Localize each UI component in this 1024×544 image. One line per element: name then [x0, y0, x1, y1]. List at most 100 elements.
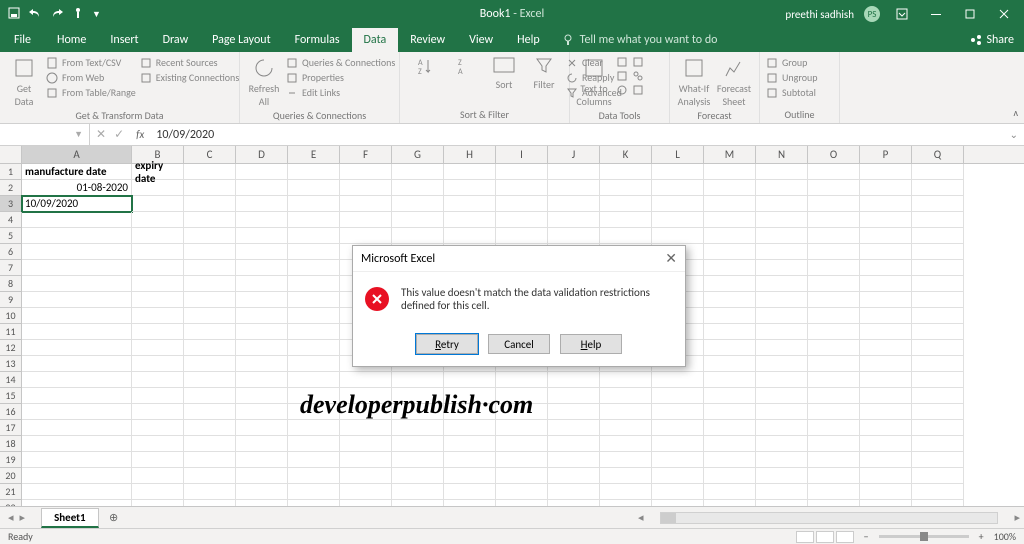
- cell[interactable]: [392, 228, 444, 244]
- cell[interactable]: [704, 340, 756, 356]
- cell[interactable]: [756, 260, 808, 276]
- cell[interactable]: [132, 212, 184, 228]
- zoom-in-icon[interactable]: +: [979, 530, 984, 543]
- cell[interactable]: [22, 292, 132, 308]
- cell[interactable]: [392, 372, 444, 388]
- cell[interactable]: [496, 484, 548, 500]
- from-web-button[interactable]: From Web: [46, 71, 136, 84]
- tab-page-layout[interactable]: Page Layout: [200, 28, 282, 52]
- cell[interactable]: [22, 244, 132, 260]
- cell[interactable]: [860, 420, 912, 436]
- cell[interactable]: [444, 372, 496, 388]
- cell[interactable]: [704, 484, 756, 500]
- close-icon[interactable]: [992, 2, 1016, 26]
- properties-button[interactable]: Properties: [286, 71, 395, 84]
- existing-connections-button[interactable]: Existing Connections: [140, 71, 239, 84]
- tab-view[interactable]: View: [457, 28, 505, 52]
- zoom-slider[interactable]: [879, 535, 969, 538]
- cell[interactable]: [548, 388, 600, 404]
- tab-home[interactable]: Home: [45, 28, 98, 52]
- cell[interactable]: [600, 468, 652, 484]
- column-header[interactable]: H: [444, 146, 496, 163]
- cell[interactable]: [184, 276, 236, 292]
- column-header[interactable]: N: [756, 146, 808, 163]
- cell[interactable]: [600, 420, 652, 436]
- column-header[interactable]: G: [392, 146, 444, 163]
- cell[interactable]: [184, 484, 236, 500]
- row-header[interactable]: 11: [0, 324, 22, 340]
- from-table-button[interactable]: From Table/Range: [46, 86, 136, 99]
- horizontal-scrollbar[interactable]: ◂ ▸: [634, 511, 1024, 525]
- cell[interactable]: [600, 196, 652, 212]
- row-header[interactable]: 21: [0, 484, 22, 500]
- cell[interactable]: [184, 260, 236, 276]
- cell[interactable]: [184, 388, 236, 404]
- cell[interactable]: [496, 212, 548, 228]
- cell[interactable]: [652, 452, 704, 468]
- cell[interactable]: [496, 164, 548, 180]
- cell[interactable]: [860, 308, 912, 324]
- cell[interactable]: [704, 228, 756, 244]
- cell[interactable]: [652, 468, 704, 484]
- cell[interactable]: [548, 420, 600, 436]
- cell[interactable]: [496, 180, 548, 196]
- cell[interactable]: [444, 420, 496, 436]
- cell[interactable]: [912, 244, 964, 260]
- cell[interactable]: [22, 452, 132, 468]
- select-all-corner[interactable]: [0, 146, 22, 163]
- cell[interactable]: [132, 324, 184, 340]
- cell[interactable]: [548, 404, 600, 420]
- flash-fill-icon[interactable]: [616, 56, 628, 68]
- sort-button[interactable]: Sort: [486, 56, 522, 91]
- cell[interactable]: [340, 180, 392, 196]
- cell[interactable]: [912, 228, 964, 244]
- cell[interactable]: [860, 180, 912, 196]
- cell[interactable]: [912, 260, 964, 276]
- cell[interactable]: [652, 404, 704, 420]
- cell[interactable]: [704, 180, 756, 196]
- cell[interactable]: [756, 196, 808, 212]
- cell[interactable]: [808, 180, 860, 196]
- share-button[interactable]: Share: [960, 28, 1024, 52]
- cell[interactable]: [496, 436, 548, 452]
- cell[interactable]: [184, 164, 236, 180]
- cell[interactable]: [912, 212, 964, 228]
- cell[interactable]: [236, 308, 288, 324]
- cell[interactable]: [652, 180, 704, 196]
- cell[interactable]: [132, 452, 184, 468]
- cell[interactable]: [132, 292, 184, 308]
- cell[interactable]: [704, 468, 756, 484]
- row-header[interactable]: 15: [0, 388, 22, 404]
- column-header[interactable]: O: [808, 146, 860, 163]
- cell[interactable]: [288, 308, 340, 324]
- cell[interactable]: [860, 388, 912, 404]
- cell[interactable]: [808, 388, 860, 404]
- cell[interactable]: [860, 484, 912, 500]
- cell[interactable]: [340, 196, 392, 212]
- cell[interactable]: [236, 372, 288, 388]
- cell[interactable]: [860, 436, 912, 452]
- cell[interactable]: [756, 372, 808, 388]
- cell[interactable]: [704, 212, 756, 228]
- cell[interactable]: [288, 436, 340, 452]
- cell[interactable]: [132, 308, 184, 324]
- cell[interactable]: [288, 292, 340, 308]
- cell[interactable]: [860, 340, 912, 356]
- retry-button[interactable]: Retry: [416, 334, 478, 354]
- cell[interactable]: [444, 180, 496, 196]
- cell[interactable]: [184, 196, 236, 212]
- cell[interactable]: [860, 164, 912, 180]
- cell[interactable]: [808, 324, 860, 340]
- cell[interactable]: [184, 292, 236, 308]
- cell[interactable]: [444, 436, 496, 452]
- cell[interactable]: [496, 372, 548, 388]
- cell[interactable]: [132, 228, 184, 244]
- row-header[interactable]: 5: [0, 228, 22, 244]
- cell[interactable]: [808, 260, 860, 276]
- redo-icon[interactable]: [50, 7, 64, 22]
- collapse-ribbon-icon[interactable]: ʌ: [1013, 106, 1018, 119]
- cell[interactable]: [184, 452, 236, 468]
- cell[interactable]: [912, 452, 964, 468]
- cell[interactable]: [236, 196, 288, 212]
- name-box[interactable]: ▼: [0, 124, 90, 145]
